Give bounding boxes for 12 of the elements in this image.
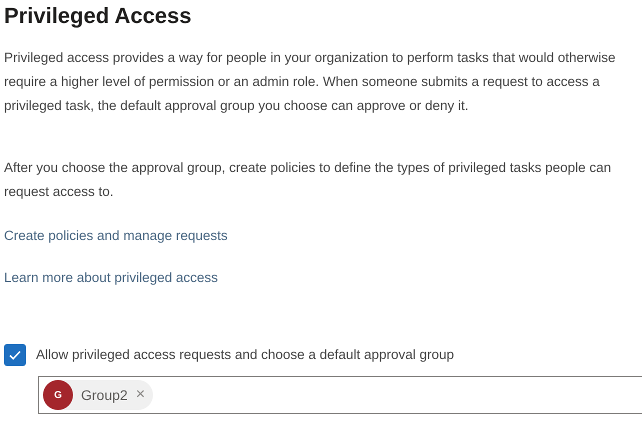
link[interactable]: Create policies and manage requests	[4, 224, 228, 248]
avatar: G	[43, 380, 73, 410]
checkmark-icon	[8, 348, 22, 362]
link[interactable]: Learn more about privileged access	[4, 266, 218, 290]
checkbox-label: Allow privileged access requests and choose a default approval group	[36, 346, 454, 364]
remove-button[interactable]: ×	[136, 387, 146, 403]
description-text: After you choose the approval group, create policies to define the types of privileged tasks people can request access to.	[4, 159, 612, 201]
chip-label: Group2	[81, 386, 128, 405]
checkbox[interactable]	[4, 344, 26, 366]
approval-group-field[interactable]: G Group2 ×	[38, 376, 642, 414]
page-title: Privileged Access	[4, 2, 193, 30]
description-text: Privileged access provides a way for people in your organization to perform tasks that would otherwise require a higher level of permission or an admin role. When someone submits a request to access a privileged task, the default approval group you choose can approve or deny it.	[4, 49, 617, 115]
